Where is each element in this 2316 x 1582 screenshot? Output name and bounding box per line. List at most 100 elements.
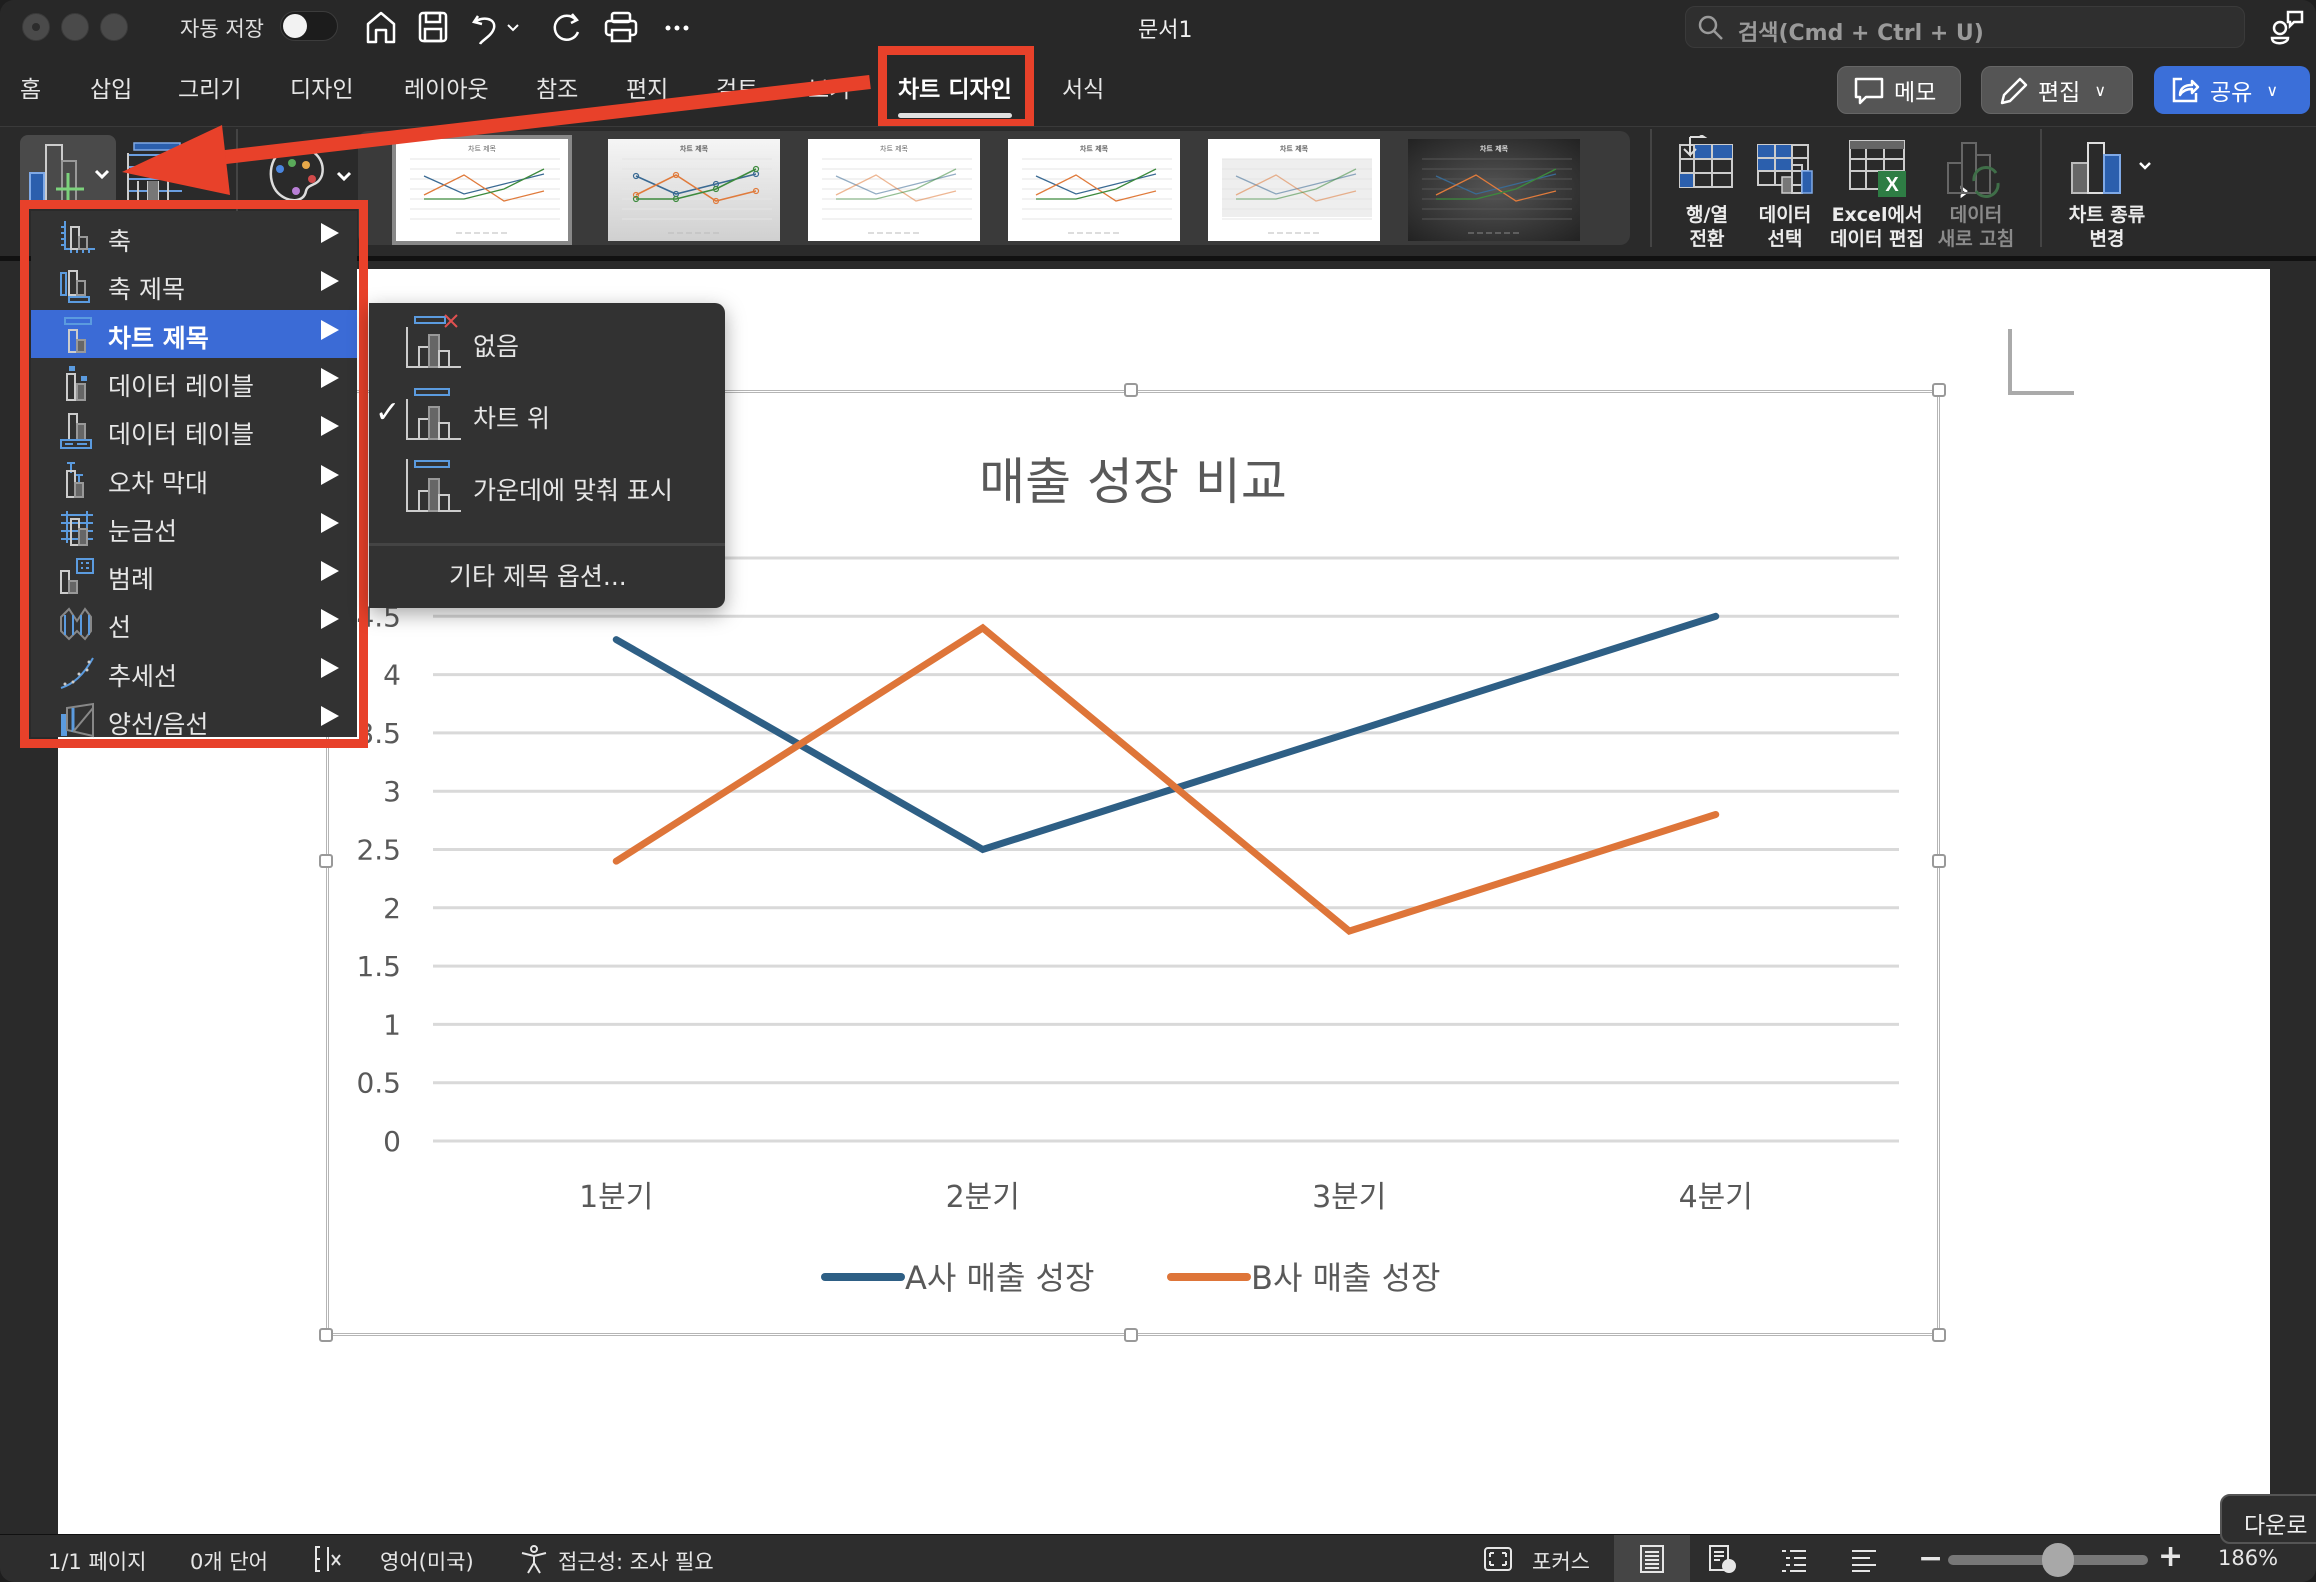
chart-style-4[interactable]: 차트 제목: [1008, 139, 1180, 241]
submenu-arrow-icon: [321, 223, 339, 243]
menu-item-error-bars[interactable]: 오차 막대: [31, 455, 357, 503]
memo-button[interactable]: 메모: [1837, 66, 1961, 114]
word-count[interactable]: 0개 단어: [190, 1546, 268, 1576]
tab-design[interactable]: 디자인: [290, 70, 353, 104]
chart-style-5[interactable]: 차트 제목: [1208, 139, 1380, 241]
switch-row-column-label[interactable]: 행/열 전환: [1676, 203, 1738, 251]
resize-handle-r[interactable]: [1932, 854, 1946, 868]
thumb-title: 차트 제목: [1480, 144, 1509, 153]
zoom-level[interactable]: 186%: [2218, 1546, 2278, 1570]
chart-style-3[interactable]: 차트 제목: [808, 139, 980, 241]
data-table-icon: [59, 412, 97, 450]
tab-references[interactable]: 참조: [536, 70, 578, 104]
undo-dropdown-icon[interactable]: [505, 8, 521, 46]
change-colors-button[interactable]: [258, 137, 358, 209]
zoom-in-button[interactable]: +: [2158, 1539, 2183, 1574]
select-data-label[interactable]: 데이터 선택: [1750, 203, 1820, 251]
language[interactable]: 영어(미국): [380, 1546, 474, 1576]
resize-handle-tr[interactable]: [1932, 383, 1946, 397]
share-button[interactable]: 공유 ∨: [2154, 66, 2310, 114]
menu-item-gridlines[interactable]: 눈금선: [31, 503, 357, 551]
zoom-window-button[interactable]: [100, 13, 128, 41]
edit-data-in-excel-icon[interactable]: X: [1846, 135, 1908, 199]
focus-label[interactable]: 포커스: [1532, 1546, 1590, 1576]
menu-item-lines[interactable]: 선: [31, 599, 357, 647]
home-icon[interactable]: [362, 8, 400, 46]
print-layout-icon[interactable]: [1636, 1543, 1668, 1575]
resize-handle-l[interactable]: [319, 854, 333, 868]
quick-layout-button[interactable]: [124, 137, 214, 209]
draft-view-icon[interactable]: [1848, 1543, 1880, 1575]
menu-item-up-down-bars[interactable]: 양선/음선: [31, 696, 357, 744]
menu-item-label: 데이터 레이블: [108, 371, 254, 401]
tab-draw[interactable]: 그리기: [178, 70, 241, 104]
web-layout-icon[interactable]: [1706, 1543, 1738, 1575]
thumb-title: 차트 제목: [1080, 144, 1109, 153]
resize-handle-bl[interactable]: [319, 1328, 333, 1342]
tab-review[interactable]: 검토: [716, 70, 758, 104]
tab-mailings[interactable]: 편지: [626, 70, 668, 104]
proofing-icon[interactable]: [312, 1543, 344, 1575]
title-bar: 자동 저장 문서1 검색(Cmd + Ctrl + U): [0, 0, 2316, 54]
chart-title[interactable]: 매출 성장 비교: [979, 453, 1287, 511]
menu-item-trendline[interactable]: 추세선: [31, 648, 357, 696]
autosave-toggle[interactable]: [280, 11, 338, 41]
accessibility-icon[interactable]: [518, 1543, 550, 1575]
chart-title-above[interactable]: ✓ 차트 위: [369, 377, 725, 447]
trendline-icon: [59, 654, 97, 692]
redo-icon[interactable]: [548, 8, 586, 46]
print-icon[interactable]: [602, 8, 640, 46]
chart-style-1[interactable]: 차트 제목: [392, 135, 572, 245]
edit-button[interactable]: 편집 ∨: [1981, 66, 2133, 114]
save-icon[interactable]: [414, 8, 452, 46]
chart-title-centered-overlay[interactable]: 가운데에 맞춰 표시: [369, 449, 725, 519]
submenu-arrow-icon: [321, 561, 339, 582]
tab-view[interactable]: 보기: [808, 70, 850, 104]
edit-data-in-excel-label[interactable]: Excel에서 데이터 편집: [1822, 203, 1932, 251]
search-box[interactable]: 검색(Cmd + Ctrl + U): [1685, 6, 2245, 48]
x-tick-label: 4분기: [1679, 1180, 1753, 1215]
accessibility-status[interactable]: 접근성: 조사 필요: [558, 1546, 714, 1576]
menu-item-axis-title[interactable]: 축 제목: [31, 261, 357, 309]
add-chart-element-menu: 축축 제목 차트 제목 데이터 레이블 데이터 테이블 오차 막대 눈금선 범례 선 추세선 양선…: [31, 211, 357, 739]
collaboration-icon[interactable]: [2270, 8, 2306, 48]
y-tick-label: 0.5: [356, 1067, 401, 1100]
switch-row-column-icon[interactable]: [1676, 132, 1736, 191]
add-chart-element-button[interactable]: [20, 135, 116, 207]
resize-handle-br[interactable]: [1932, 1328, 1946, 1342]
more-title-options[interactable]: 기타 제목 옵션...: [449, 557, 627, 593]
close-window-button[interactable]: [22, 13, 50, 41]
x-tick-label: 1분기: [579, 1180, 653, 1215]
more-icon[interactable]: [658, 8, 696, 46]
chart-style-6[interactable]: 차트 제목: [1408, 139, 1580, 241]
tab-format[interactable]: 서식: [1062, 70, 1104, 104]
page-count[interactable]: 1/1 페이지: [48, 1546, 146, 1576]
change-chart-type-icon[interactable]: [2068, 135, 2158, 199]
select-data-icon[interactable]: [1754, 135, 1816, 195]
minimize-window-button[interactable]: [61, 13, 89, 41]
menu-item-data-labels[interactable]: 데이터 레이블: [31, 358, 357, 406]
outline-view-icon[interactable]: [1778, 1543, 1810, 1575]
menu-item-legend[interactable]: 범례: [31, 551, 357, 599]
zoom-slider-handle[interactable]: [2042, 1543, 2074, 1577]
menu-item-label: 차트 제목: [108, 323, 209, 353]
resize-handle-t[interactable]: [1124, 383, 1138, 397]
tab-home[interactable]: 홈: [20, 70, 41, 104]
plot-area: 00.511.522.533.544.551분기2분기3분기4분기: [356, 542, 1899, 1215]
zoom-out-button[interactable]: −: [1918, 1541, 1943, 1576]
resize-handle-b[interactable]: [1124, 1328, 1138, 1342]
tab-layout[interactable]: 레이아웃: [404, 70, 489, 104]
focus-icon[interactable]: [1482, 1543, 1514, 1575]
legend[interactable]: A사 매출 성장 B사 매출 성장: [821, 1259, 1441, 1297]
menu-item-label: 오차 막대: [108, 468, 208, 498]
menu-item-axes[interactable]: 축: [31, 213, 357, 261]
menu-item-chart-title[interactable]: 차트 제목: [31, 309, 357, 358]
chart-title-none[interactable]: 없음: [369, 305, 725, 375]
chart-style-2[interactable]: 차트 제목: [608, 139, 780, 241]
menu-item-data-table[interactable]: 데이터 테이블: [31, 406, 357, 454]
chart-title-centered-label: 가운데에 맞춰 표시: [473, 476, 673, 505]
change-chart-type-label[interactable]: 차트 종류 변경: [2052, 203, 2162, 251]
tab-insert[interactable]: 삽입: [90, 70, 132, 104]
submenu-arrow-icon: [321, 609, 339, 630]
undo-icon[interactable]: [468, 8, 506, 46]
